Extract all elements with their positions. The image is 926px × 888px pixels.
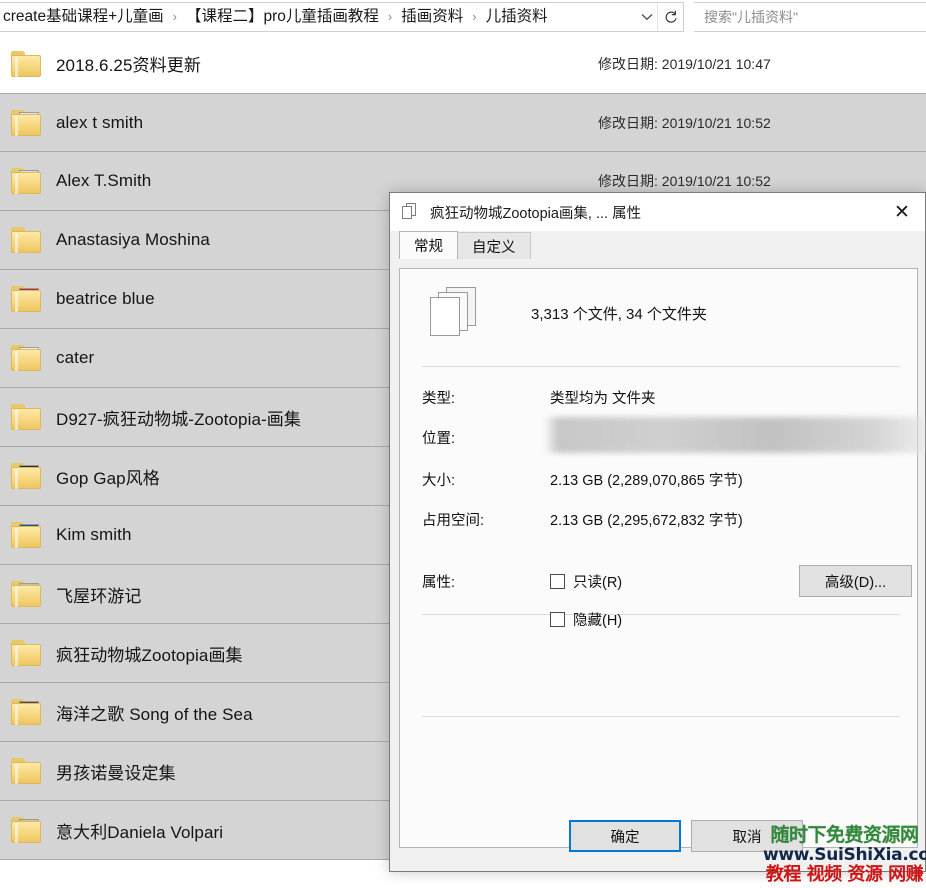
folder-icon xyxy=(0,93,56,152)
checkbox-hidden-label: 隐藏(H) xyxy=(573,613,623,629)
breadcrumb-item-2[interactable]: 插画资料 xyxy=(399,7,465,27)
breadcrumb-item-1[interactable]: 【课程二】pro儿童插画教程 xyxy=(184,7,381,27)
breadcrumb-item-3[interactable]: 儿插资料 xyxy=(484,7,550,27)
field-size-on-disk-label: 占用空间: xyxy=(422,513,485,529)
checkbox-readonly[interactable]: 只读(R) xyxy=(550,571,622,592)
file-modified-date: 修改日期: 2019/10/21 10:52 xyxy=(598,173,771,189)
divider xyxy=(422,614,900,615)
watermark-line-1: 随时下免费资源网 xyxy=(770,824,919,846)
field-size-value: 2.13 GB (2,289,070,865 字节) xyxy=(550,473,743,489)
folder-icon xyxy=(0,152,56,211)
field-size-on-disk-value: 2.13 GB (2,295,672,832 字节) xyxy=(550,513,743,529)
file-name: Kim smith xyxy=(56,525,132,544)
breadcrumb-separator-icon: › xyxy=(172,9,177,24)
file-name: alex t smith xyxy=(56,112,144,132)
folder-icon xyxy=(0,801,56,860)
file-modified-date: 修改日期: 2019/10/21 10:52 xyxy=(598,114,771,131)
folder-icon xyxy=(0,329,56,388)
file-name: 男孩诺曼设定集 xyxy=(56,763,176,783)
file-explorer-window: 2018.6.25资料更新 修改日期: 2019/10/21 10:47 alex … xyxy=(0,0,926,888)
folder-icon xyxy=(0,683,56,742)
divider xyxy=(422,716,900,717)
field-location-label: 位置: xyxy=(422,431,456,447)
multiple-files-icon xyxy=(402,203,420,221)
search-input[interactable]: 搜索"儿插资料" xyxy=(694,2,926,32)
checkbox-hidden[interactable]: 隐藏(H) xyxy=(550,609,622,630)
field-size-label: 大小: xyxy=(422,473,456,489)
field-type: 类型: 类型均为 文件夹 xyxy=(422,387,900,411)
file-name: cater xyxy=(56,348,95,367)
checkbox-hidden-box[interactable] xyxy=(550,612,565,627)
checkbox-readonly-label: 只读(R) xyxy=(573,575,623,591)
tab-custom[interactable]: 自定义 xyxy=(457,232,531,259)
field-type-label: 类型: xyxy=(422,391,456,407)
file-row[interactable]: alex t smith 修改日期: 2019/10/21 10:52 xyxy=(0,93,926,152)
dialog-titlebar[interactable]: 疯狂动物城Zootopia画集, ... 属性 ✕ xyxy=(390,193,925,231)
dialog-title: 疯狂动物城Zootopia画集, ... 属性 xyxy=(430,205,642,222)
file-name: D927-疯狂动物城-Zootopia-画集 xyxy=(56,409,301,429)
file-name: Alex T.Smith xyxy=(56,171,152,190)
watermark-line-2: www.SuiShiXia.com xyxy=(763,845,926,865)
ok-button[interactable]: 确定 xyxy=(569,820,681,852)
file-name: 2018.6.25资料更新 xyxy=(56,56,201,75)
file-name: 飞屋环游记 xyxy=(56,586,142,606)
folder-icon xyxy=(0,506,56,565)
address-bar: create基础课程+儿童画 › 【课程二】pro儿童插画教程 › 插画资料 ›… xyxy=(0,0,926,34)
divider xyxy=(422,366,900,367)
folder-icon xyxy=(0,447,56,506)
close-icon[interactable]: ✕ xyxy=(879,193,925,231)
field-size: 大小: 2.13 GB (2,289,070,865 字节) xyxy=(422,469,900,493)
properties-dialog: 疯狂动物城Zootopia画集, ... 属性 ✕ 常规 自定义 3,313 个… xyxy=(389,192,926,872)
dialog-tabs[interactable]: 常规 自定义 xyxy=(399,231,925,259)
search-placeholder: 搜索"儿插资料" xyxy=(704,9,798,25)
breadcrumb[interactable]: create基础课程+儿童画 › 【课程二】pro儿童插画教程 › 插画资料 ›… xyxy=(0,2,684,32)
field-location: 位置: xyxy=(422,417,924,453)
folder-icon xyxy=(0,624,56,683)
field-attributes-label: 属性: xyxy=(422,575,456,591)
redacted-location-value xyxy=(544,417,924,453)
refresh-icon[interactable] xyxy=(657,3,683,31)
breadcrumb-item-0[interactable]: create基础课程+儿童画 xyxy=(1,7,166,27)
file-name: 意大利Daniela Volpari xyxy=(56,822,224,842)
watermark-line-3: 教程 视频 资源 网赚 xyxy=(765,864,924,885)
folder-icon xyxy=(0,388,56,447)
advanced-button[interactable]: 高级(D)... xyxy=(799,565,912,597)
folder-icon xyxy=(0,270,56,329)
folder-icon xyxy=(0,211,56,270)
breadcrumb-separator-icon: › xyxy=(472,9,477,24)
stacked-documents-icon xyxy=(428,287,482,343)
tab-general[interactable]: 常规 xyxy=(399,231,458,259)
file-name: Anastasiya Moshina xyxy=(56,230,210,249)
watermark: 随时下免费资源网 www.SuiShiXia.com 教程 视频 资源 网赚 xyxy=(763,826,926,884)
file-name: beatrice blue xyxy=(56,289,155,308)
file-modified-date: 修改日期: 2019/10/21 10:47 xyxy=(598,55,771,72)
folder-icon xyxy=(0,742,56,801)
folder-icon xyxy=(0,565,56,624)
file-name: Gop Gap风格 xyxy=(56,468,160,488)
chevron-down-icon[interactable] xyxy=(637,3,657,31)
checkbox-readonly-box[interactable] xyxy=(550,574,565,589)
file-count-summary: 3,313 个文件, 34 个文件夹 xyxy=(531,306,707,323)
folder-icon xyxy=(0,34,56,93)
file-row[interactable]: 2018.6.25资料更新 修改日期: 2019/10/21 10:47 xyxy=(0,34,926,93)
breadcrumb-separator-icon: › xyxy=(387,9,393,24)
field-size-on-disk: 占用空间: 2.13 GB (2,295,672,832 字节) xyxy=(422,509,900,533)
file-name: 疯狂动物城Zootopia画集 xyxy=(56,645,243,665)
field-type-value: 类型均为 文件夹 xyxy=(550,391,656,407)
file-name: 海洋之歌 Song of the Sea xyxy=(56,704,253,724)
dialog-general-panel: 3,313 个文件, 34 个文件夹 类型: 类型均为 文件夹 位置: 大小: … xyxy=(399,268,924,848)
